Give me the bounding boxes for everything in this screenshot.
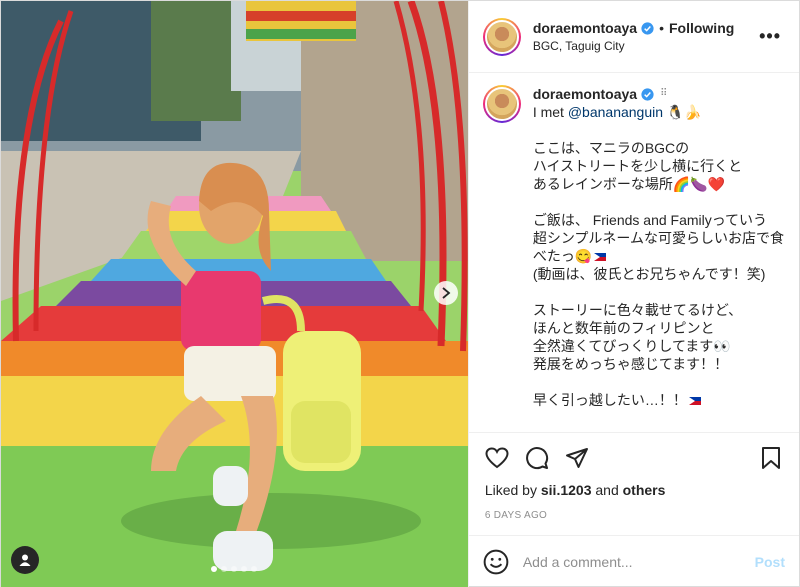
- share-icon[interactable]: [563, 444, 591, 472]
- verified-icon: [641, 21, 654, 35]
- comment-input[interactable]: [522, 554, 755, 570]
- caption-area: doraemontoaya ⠿ I met @banananguin 🐧🍌 ここ…: [469, 73, 799, 432]
- action-bar: [468, 432, 799, 482]
- post-header: doraemontoaya • Following BGC, Taguig Ci…: [468, 1, 799, 73]
- carousel-dots: [1, 566, 468, 572]
- likes-middle: and: [591, 482, 623, 498]
- avatar[interactable]: [482, 17, 521, 56]
- carousel-dot: [221, 566, 228, 572]
- more-icon[interactable]: •••: [755, 26, 785, 47]
- carousel-dot: [241, 566, 248, 572]
- mention-link[interactable]: @banananguin: [568, 104, 663, 120]
- emoji-icon[interactable]: [483, 549, 509, 575]
- translate-icon: ⠿: [660, 88, 668, 99]
- comment-bar: Post: [469, 536, 799, 587]
- caption-prefix: I met: [532, 104, 568, 120]
- philippines-flag-icon: [594, 253, 607, 262]
- location-link[interactable]: BGC, Taguig City: [533, 39, 755, 53]
- likes-others-link[interactable]: others: [623, 482, 666, 498]
- caption-avatar[interactable]: [482, 85, 521, 123]
- caption-emoji: 🐧🍌: [663, 104, 702, 120]
- username[interactable]: doraemontoaya: [533, 20, 637, 36]
- post-side-panel: doraemontoaya • Following BGC, Taguig Ci…: [467, 1, 799, 587]
- likes-prefix: Liked by: [484, 482, 541, 498]
- heart-icon[interactable]: [483, 444, 511, 472]
- post-comment-button[interactable]: Post: [755, 554, 785, 570]
- philippines-flag-icon: [688, 397, 701, 406]
- separator: •: [659, 20, 664, 36]
- likes-summary: Liked by sii.1203 and others: [469, 482, 799, 504]
- carousel-dot: [211, 566, 218, 572]
- verified-icon: [641, 87, 654, 101]
- caption-body: ここは、マニラのBGCの ハイストリートを少し横に行くと あるレインボーな場所🌈…: [532, 140, 784, 264]
- caption-first-line: I met @banananguin 🐧🍌: [533, 103, 784, 121]
- bookmark-icon[interactable]: [757, 444, 785, 472]
- next-arrow-icon[interactable]: [434, 281, 458, 305]
- following-button[interactable]: Following: [669, 20, 734, 36]
- liked-by-user[interactable]: sii.1203: [541, 482, 592, 498]
- caption-username[interactable]: doraemontoaya: [533, 85, 637, 103]
- instagram-post: doraemontoaya • Following BGC, Taguig Ci…: [0, 0, 800, 587]
- caption: doraemontoaya ⠿ I met @banananguin 🐧🍌 ここ…: [533, 85, 784, 432]
- comment-icon[interactable]: [523, 444, 551, 472]
- post-photo[interactable]: [1, 1, 468, 587]
- caption-body-2: (動画は、彼氏とお兄ちゃんです！笑) ストーリーに色々載せてるけど、 ほんと数年…: [532, 266, 766, 408]
- photo-scene: [1, 1, 468, 587]
- carousel-dot: [231, 566, 238, 572]
- carousel-dot: [251, 566, 258, 572]
- post-timestamp[interactable]: 6 DAYS AGO: [468, 504, 799, 536]
